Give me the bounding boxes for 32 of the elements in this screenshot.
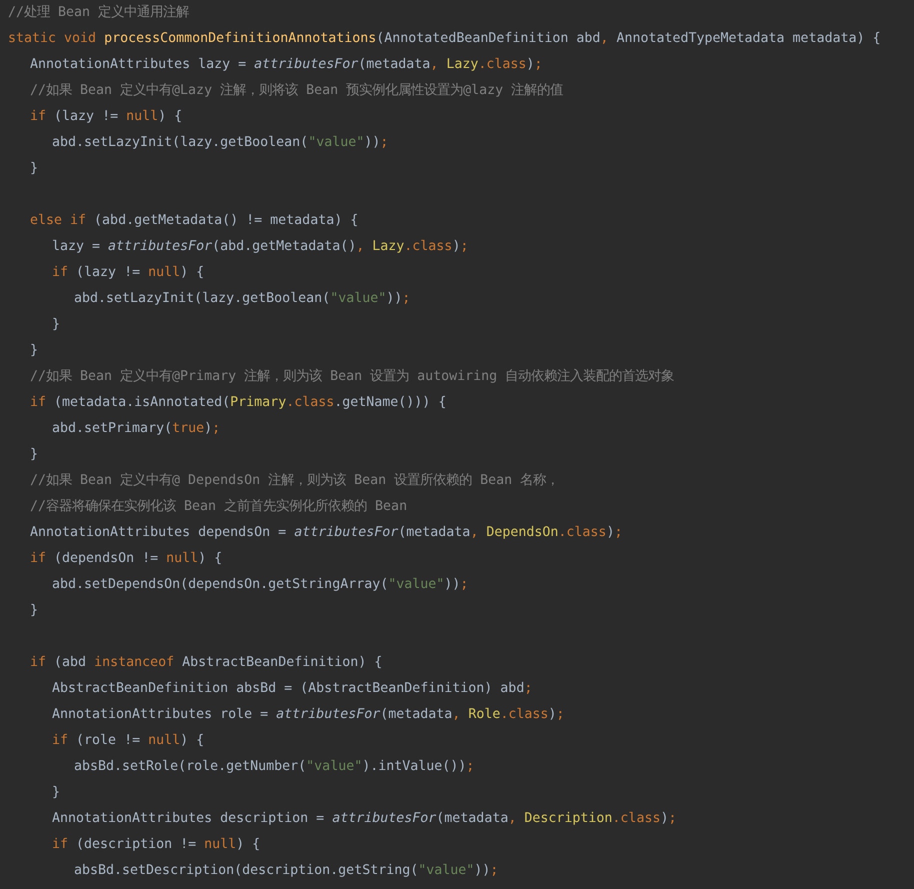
code-line: if (lazy != null) { <box>30 108 182 126</box>
code-line: } <box>30 160 38 178</box>
code-line: else if (abd.getMetadata() != metadata) { <box>30 212 358 230</box>
code-line: lazy = attributesFor(abd.getMetadata(), Lazy.class); <box>52 238 468 256</box>
code-line: } <box>52 316 60 334</box>
code-line: abd.setDependsOn(dependsOn.getStringArray("value")); <box>52 576 468 594</box>
code-line: } <box>30 342 38 360</box>
code-line: if (abd instanceof AbstractBeanDefinition) { <box>30 654 382 672</box>
code-line: absBd.setRole(role.getNumber("value").intValue()); <box>74 758 474 776</box>
code-line: abd.setLazyInit(lazy.getBoolean("value")); <box>74 290 410 308</box>
code-line: abd.setLazyInit(lazy.getBoolean("value")); <box>52 134 388 152</box>
code-line: AnnotationAttributes lazy = attributesFor(metadata, Lazy.class); <box>30 56 542 74</box>
code-line: //如果 Bean 定义中有@ DependsOn 注解，则为该 Bean 设置所依赖的 Bean 名称， <box>30 472 560 490</box>
code-line: } <box>52 784 60 802</box>
code-line: absBd.setDescription(description.getString("value")); <box>74 862 498 880</box>
code-line: if (dependsOn != null) { <box>30 550 222 568</box>
code-line: if (role != null) { <box>52 732 204 750</box>
code-line: } <box>30 446 38 464</box>
code-line: } <box>30 602 38 620</box>
code-line: AnnotationAttributes description = attributesFor(metadata, Description.class); <box>52 810 676 828</box>
code-line: static void processCommonDefinitionAnnotations(AnnotatedBeanDefinition abd, AnnotatedTypeMetadata metadata) { <box>8 30 881 48</box>
code-line: abd.setPrimary(true); <box>52 420 220 438</box>
code-line: if (metadata.isAnnotated(Primary.class.getName())) { <box>30 394 446 412</box>
code-line: AbstractBeanDefinition absBd = (AbstractBeanDefinition) abd; <box>52 680 532 698</box>
code-line: AnnotationAttributes role = attributesFor(metadata, Role.class); <box>52 706 564 724</box>
code-line: //容器将确保在实例化该 Bean 之前首先实例化所依赖的 Bean <box>30 498 408 516</box>
code-line: AnnotationAttributes dependsOn = attributesFor(metadata, DependsOn.class); <box>30 524 622 542</box>
code-line: //如果 Bean 定义中有@Primary 注解，则为该 Bean 设置为 autowiring 自动依赖注入装配的首选对象 <box>30 368 674 386</box>
code-line: if (description != null) { <box>52 836 260 854</box>
code-line: if (lazy != null) { <box>52 264 204 282</box>
code-line: //处理 Bean 定义中通用注解 <box>8 4 190 22</box>
code-line: //如果 Bean 定义中有@Lazy 注解，则将该 Bean 预实例化属性设置为@lazy 注解的值 <box>30 82 564 100</box>
